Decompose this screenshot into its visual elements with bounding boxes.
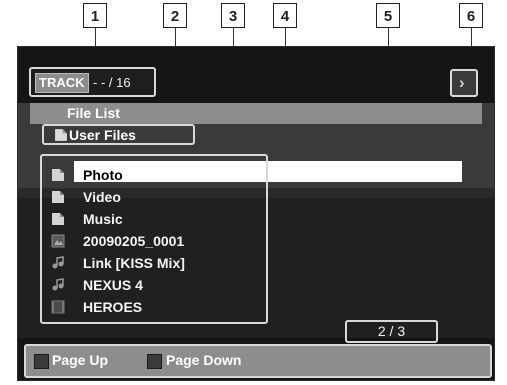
- video-file-icon: [51, 300, 65, 314]
- list-item-music-file[interactable]: Link [KISS Mix]: [42, 253, 262, 273]
- footer-bar: Page Up Page Down: [24, 344, 492, 378]
- list-item-picture[interactable]: 20090205_0001: [42, 231, 262, 251]
- list-item-music[interactable]: Music: [42, 209, 262, 229]
- file-list-header: File List: [30, 103, 482, 124]
- breadcrumb[interactable]: User Files: [42, 124, 195, 145]
- next-page-button[interactable]: ›: [450, 69, 478, 97]
- file-list: Photo Video Music 20090205_0001 Link [KI…: [40, 154, 268, 324]
- callout-1: 1: [83, 3, 107, 28]
- list-item-music-file[interactable]: NEXUS 4: [42, 275, 262, 295]
- callout-4: 4: [273, 3, 297, 28]
- list-item-label: NEXUS 4: [83, 277, 143, 293]
- list-item-label: Music: [83, 211, 123, 227]
- list-item-label: Photo: [83, 167, 123, 183]
- callout-5: 5: [376, 3, 400, 28]
- callout-6: 6: [459, 3, 483, 28]
- callout-3: 3: [221, 3, 245, 28]
- list-item-photo[interactable]: Photo: [42, 165, 492, 185]
- music-file-icon: [52, 256, 64, 269]
- list-item-video[interactable]: Video: [42, 187, 262, 207]
- page-indicator: 2 / 3: [345, 320, 438, 343]
- breadcrumb-label: User Files: [69, 127, 136, 143]
- list-item-label: HEROES: [83, 299, 143, 315]
- picture-file-icon: [51, 234, 65, 248]
- list-item-label: Link [KISS Mix]: [83, 255, 185, 271]
- list-item-video-file[interactable]: HEROES: [42, 297, 262, 317]
- track-indicator: TRACK - - / 16: [29, 67, 156, 97]
- folder-icon: [55, 129, 67, 141]
- folder-icon: [52, 169, 64, 181]
- track-label: TRACK: [35, 73, 89, 93]
- page-down-button[interactable]: Page Down: [166, 351, 241, 370]
- list-item-label: 20090205_0001: [83, 233, 185, 249]
- music-file-icon: [52, 278, 64, 291]
- list-item-label: Video: [83, 189, 121, 205]
- track-count: - - / 16: [93, 75, 131, 90]
- chevron-right-icon: ›: [459, 73, 465, 92]
- page-up-button[interactable]: Page Up: [52, 351, 108, 370]
- player-screen: TRACK - - / 16 › File List User Files Ph…: [17, 46, 495, 381]
- folder-icon: [52, 191, 64, 203]
- file-list-label: File List: [67, 105, 120, 121]
- page-up-swatch-icon: [34, 354, 49, 369]
- page-down-swatch-icon: [147, 354, 162, 369]
- folder-icon: [52, 213, 64, 225]
- callout-2: 2: [163, 3, 187, 28]
